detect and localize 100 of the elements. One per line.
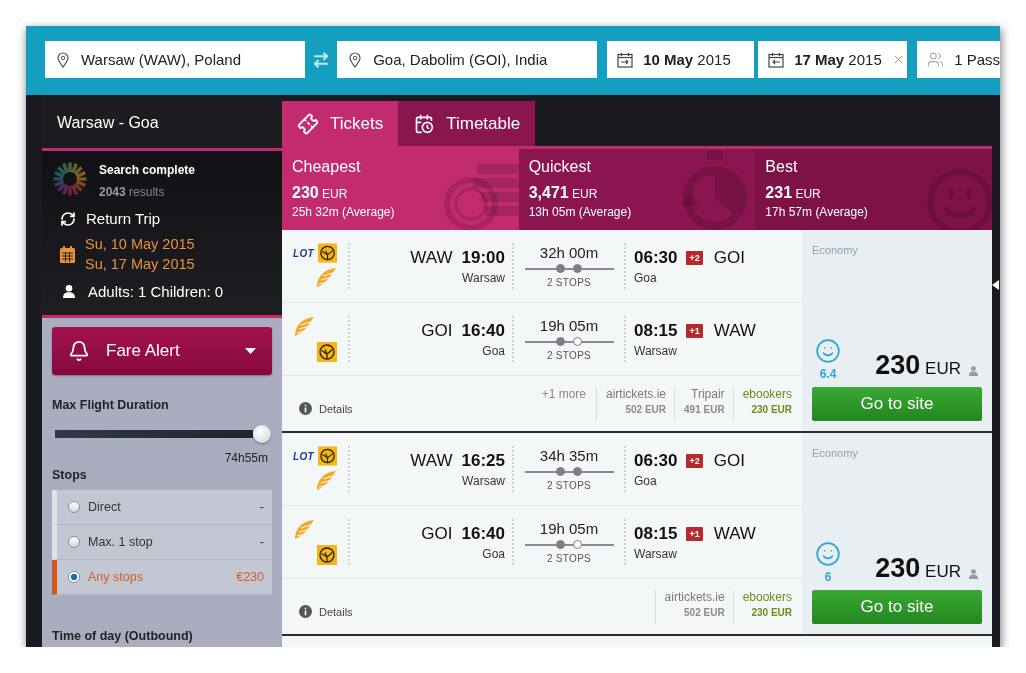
origin-field[interactable]: Warsaw (WAW), Poland (45, 41, 305, 78)
slider-track[interactable] (55, 430, 253, 438)
swap-icon[interactable] (312, 50, 331, 69)
passengers-field[interactable]: 1 Pass (917, 41, 1000, 78)
provider-name[interactable]: airtickets.ie (664, 589, 725, 604)
details-link[interactable]: Details (299, 402, 353, 415)
feather-logo-icon (293, 519, 315, 541)
calendar-icon (768, 51, 785, 68)
option-price: - (259, 535, 264, 549)
sort-price: 3,471 EUR (528, 184, 598, 202)
city-name: Goa (634, 270, 657, 285)
arrival-time: 08:15 (634, 523, 678, 544)
calendar-icon (60, 245, 75, 263)
circle-logo-icon (317, 243, 337, 263)
details-link[interactable]: Details (299, 605, 353, 618)
cabin-class: Economy (812, 447, 858, 459)
sort-option[interactable]: Quickest 3,471 EUR 13h 05m (Average) (518, 149, 756, 230)
destination-field[interactable]: Goa, Dabolim (GOI), India (337, 41, 598, 78)
slider-value: 74h55m (224, 451, 268, 465)
tab[interactable]: Tickets (282, 101, 399, 146)
city-name: Warsaw (462, 473, 505, 488)
date-field[interactable]: 17 May 2015 (758, 41, 908, 78)
calendar-icon (617, 51, 634, 68)
results-count: 2043 results (99, 184, 166, 199)
circle-logo-icon (317, 446, 337, 466)
airport-code: GOI (421, 523, 453, 544)
city-name: Warsaw (462, 270, 505, 285)
person-icon (969, 569, 978, 579)
day-offset-badge: +1 (686, 526, 703, 541)
arrival-time: 06:30 (634, 247, 678, 268)
fare-alert-button[interactable]: Fare Alert (52, 327, 272, 375)
circular-arrows-icon (60, 210, 76, 227)
bell-icon (68, 340, 90, 362)
stops-count: 2 STOPS (546, 350, 592, 361)
provider-price: 502 EUR (625, 403, 667, 415)
person-icon (63, 285, 75, 298)
airport-code: WAW (713, 320, 756, 341)
sort-duration: 13h 05m (Average) (528, 205, 632, 219)
feather-logo-icon (315, 267, 337, 289)
city-name: Warsaw (634, 546, 677, 561)
provider-price: 502 EUR (684, 606, 725, 618)
filter-title: Max Flight Duration (52, 398, 170, 413)
departure-time: 19:00 (461, 247, 505, 268)
sort-duration: 17h 57m (Average) (765, 205, 868, 219)
city-name: Warsaw (634, 343, 677, 358)
stops-count: 2 STOPS (546, 553, 592, 564)
feather-logo-icon (315, 470, 337, 492)
option-price: €230 (236, 570, 264, 584)
airport-code: WAW (713, 523, 756, 544)
option-label: Direct (88, 500, 121, 514)
radio-button[interactable] (68, 571, 80, 583)
stops-count: 2 STOPS (546, 480, 592, 491)
sort-option[interactable]: Best 231 EUR 17h 57m (Average) (755, 149, 992, 230)
circle-logo-icon (317, 545, 337, 565)
option-label: Max. 1 stop (88, 535, 153, 549)
go-to-site-button[interactable]: Go to site (812, 387, 982, 421)
provider-price: 491 EUR (684, 403, 725, 415)
travellers: Adults: 1 Children: 0 (88, 283, 224, 300)
provider-name[interactable]: Tripair (691, 386, 725, 401)
provider-name[interactable]: ebookers (742, 386, 792, 401)
day-offset-badge: +1 (686, 323, 703, 338)
date-field[interactable]: 10 May 2015 (607, 41, 755, 78)
radio-button[interactable] (68, 501, 80, 513)
rating-score: 6.4 (819, 367, 837, 381)
day-offset-badge: +2 (686, 250, 703, 265)
circle-logo-icon (317, 342, 337, 362)
stop-option[interactable]: Direct - (52, 490, 272, 525)
tab[interactable]: Timetable (398, 101, 536, 146)
radio-button[interactable] (68, 536, 80, 548)
slider-thumb[interactable] (253, 425, 271, 443)
search-status: Search complete (99, 162, 196, 177)
sort-option[interactable]: Cheapest 230 EUR 25h 32m (Average) (282, 149, 519, 230)
info-icon (299, 402, 312, 415)
go-to-site-button[interactable]: Go to site (812, 590, 982, 624)
sort-price: 230 EUR (292, 184, 348, 202)
people-icon (927, 51, 945, 68)
stop-option[interactable]: Max. 1 stop - (52, 525, 272, 560)
sort-price: 231 EUR (765, 184, 821, 202)
info-icon (299, 605, 312, 618)
smiley-icon (815, 541, 841, 567)
trip-date: Su, 17 May 2015 (85, 255, 195, 273)
provider-name[interactable]: airtickets.ie (606, 386, 667, 401)
airport-code: WAW (410, 247, 453, 268)
provider-price: 230 EUR (751, 403, 792, 415)
person-icon (969, 366, 978, 376)
airport-code: GOI (713, 450, 745, 471)
smiley-icon (815, 338, 841, 364)
sort-duration: 25h 32m (Average) (292, 205, 395, 219)
feather-logo-icon (293, 316, 315, 338)
sort-title: Cheapest (292, 157, 361, 176)
airline-logo: LOT (293, 247, 314, 259)
city-name: Goa (634, 473, 657, 488)
provider-name[interactable]: ebookers (742, 589, 792, 604)
option-label: Any stops (88, 570, 143, 584)
filter-title: Time of day (Outbound) (52, 629, 194, 644)
option-price: - (259, 500, 264, 514)
map-pin-icon (349, 51, 362, 68)
sort-title: Quickest (528, 157, 591, 176)
flight-duration: 32h 00m (539, 244, 599, 261)
sort-title: Best (765, 157, 798, 176)
